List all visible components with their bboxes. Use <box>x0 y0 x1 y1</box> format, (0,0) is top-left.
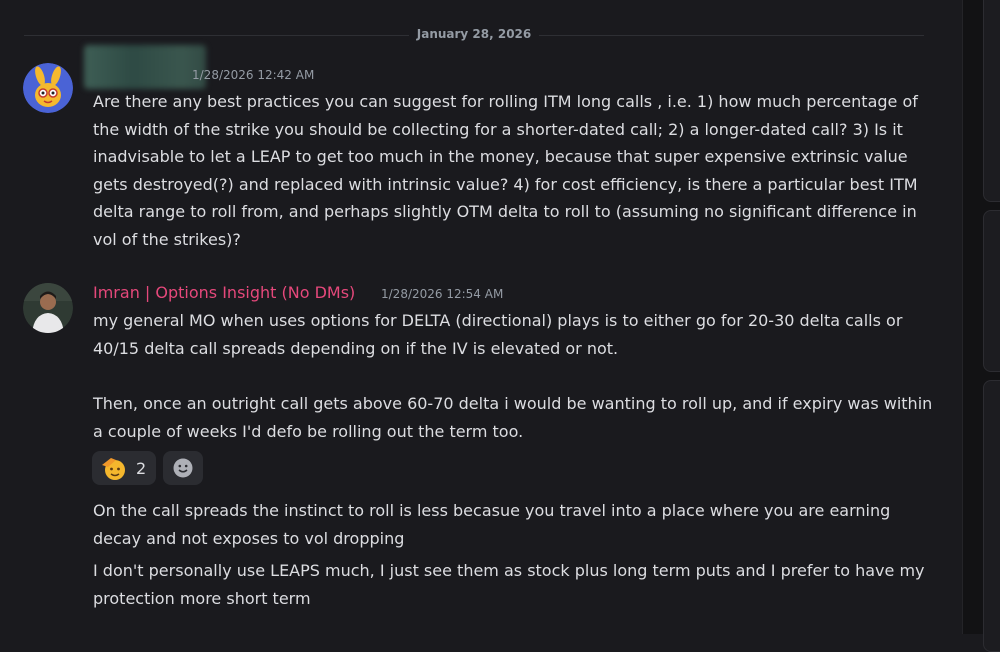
saluting-face-icon <box>102 458 125 480</box>
message-text: Are there any best practices you can sug… <box>93 92 918 249</box>
avatar[interactable] <box>23 63 73 113</box>
message-text: my general MO when uses options for DELT… <box>93 311 903 358</box>
message-timestamp[interactable]: 1/28/2026 12:42 AM <box>192 68 314 82</box>
sidebar-card <box>983 210 1000 372</box>
message-text: Then, once an outright call gets above 6… <box>93 394 933 441</box>
sidebar-card <box>983 0 1000 202</box>
message-timestamp[interactable]: 1/28/2026 12:54 AM <box>381 287 503 301</box>
message-text: On the call spreads the instinct to roll… <box>93 501 891 548</box>
add-reaction-button[interactable] <box>163 451 203 485</box>
right-sidebar <box>962 0 1000 652</box>
message-text: I don't personally use LEAPS much, I jus… <box>93 561 925 608</box>
reaction-saluting-face[interactable]: 2 <box>92 451 156 485</box>
reaction-count: 2 <box>136 458 147 478</box>
user-photo-icon <box>23 283 73 333</box>
avatar[interactable] <box>23 283 73 333</box>
username-redacted <box>84 45 206 89</box>
smiley-icon <box>173 458 193 478</box>
date-divider-label: January 28, 2026 <box>408 27 540 41</box>
author-name[interactable]: Imran | Options Insight (No DMs) <box>93 283 355 302</box>
chat-panel: January 28, 2026 1/28/2026 12:42 AM Are … <box>0 0 962 634</box>
sidebar-card <box>983 380 1000 652</box>
bunny-avatar-icon <box>23 63 73 113</box>
date-divider: January 28, 2026 <box>0 27 948 41</box>
